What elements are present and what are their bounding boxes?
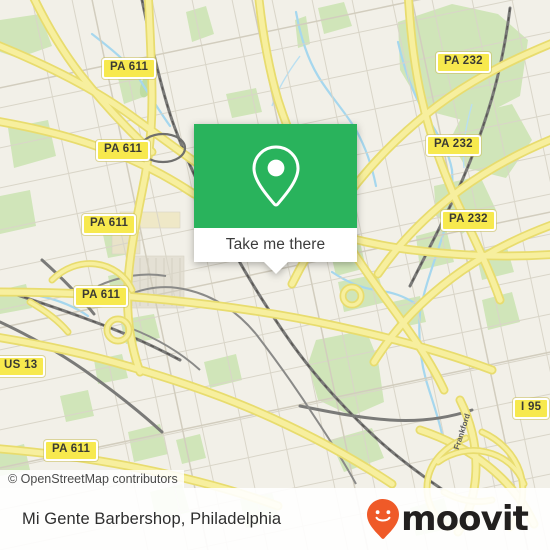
- callout-pointer-tail: [263, 262, 288, 274]
- map-pin-icon: [251, 145, 300, 207]
- footer-bar: Mi Gente Barbershop, Philadelphia moovit: [0, 488, 550, 550]
- road-shield-pa232-1: PA 232: [436, 52, 491, 73]
- map-place-card-screen: PA 611 PA 611 PA 611 PA 611 PA 611 US 13…: [0, 0, 550, 550]
- road-shield-pa611-1: PA 611: [102, 58, 157, 79]
- road-shield-pa232-2: PA 232: [426, 135, 481, 156]
- road-shield-pa611-3: PA 611: [82, 214, 137, 235]
- road-shield-pa232-3: PA 232: [441, 210, 496, 231]
- take-me-there-label: Take me there: [225, 236, 326, 253]
- osm-attribution[interactable]: © OpenStreetMap contributors: [0, 470, 184, 488]
- road-shield-pa611-4: PA 611: [74, 286, 129, 307]
- moovit-wordmark: moovit: [401, 499, 529, 539]
- place-title: Mi Gente Barbershop, Philadelphia: [22, 509, 282, 528]
- moovit-smiley-pin-icon: [367, 499, 400, 539]
- road-shield-us13: US 13: [0, 356, 46, 377]
- map-canvas[interactable]: PA 611 PA 611 PA 611 PA 611 PA 611 US 13…: [0, 0, 550, 550]
- place-callout-card[interactable]: Take me there: [194, 124, 357, 274]
- road-shield-i95: I 95: [513, 398, 550, 419]
- map-vector-layer: [0, 0, 550, 550]
- road-shield-pa611-2: PA 611: [96, 140, 151, 161]
- moovit-brand[interactable]: moovit: [366, 498, 529, 540]
- callout-icon-area: [194, 124, 357, 228]
- callout-action-area[interactable]: Take me there: [194, 228, 357, 274]
- road-shield-pa611-5: PA 611: [44, 440, 99, 461]
